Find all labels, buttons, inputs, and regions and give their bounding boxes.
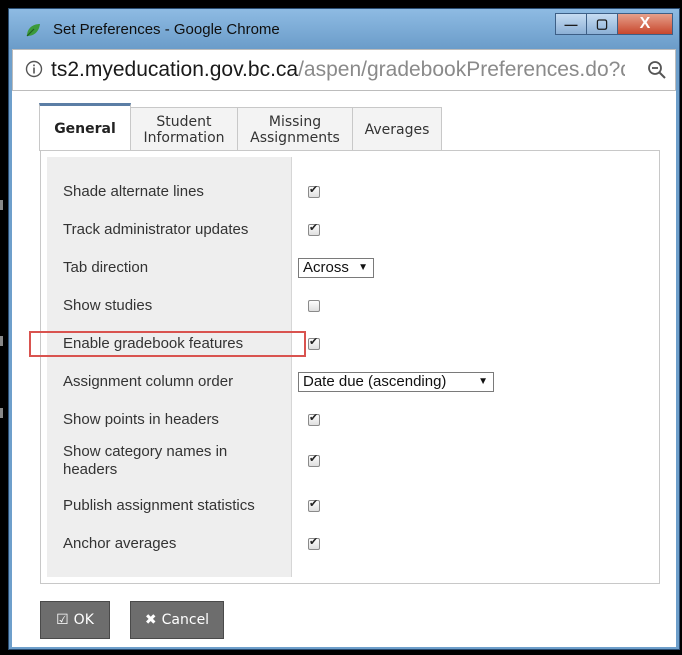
pref-label-show-points: Show points in headers bbox=[63, 411, 219, 428]
show-points-checkbox[interactable] bbox=[308, 411, 320, 426]
assignment-column-order-select[interactable]: Date due (ascending) ▼ bbox=[298, 372, 494, 392]
select-value: Across bbox=[303, 259, 349, 276]
dropdown-arrow-icon: ▼ bbox=[358, 262, 368, 273]
check-square-icon: ☑ bbox=[56, 612, 69, 628]
dropdown-arrow-icon: ▼ bbox=[478, 376, 488, 387]
url-host: ts2.myeducation.gov.bc.ca bbox=[51, 58, 299, 81]
pref-label-assignment-column-order: Assignment column order bbox=[63, 373, 234, 390]
dialog-content: General Student Information Missing Assi… bbox=[12, 91, 676, 647]
tab-general[interactable]: General bbox=[39, 103, 131, 151]
background-edge-mark bbox=[0, 200, 3, 210]
show-category-names-checkbox[interactable] bbox=[308, 452, 320, 467]
tab-label: General bbox=[54, 120, 116, 137]
close-button[interactable]: X bbox=[617, 13, 673, 35]
shade-alternate-lines-checkbox[interactable] bbox=[308, 183, 320, 198]
maximize-icon: ▢ bbox=[595, 16, 609, 31]
ok-button[interactable]: ☑ OK bbox=[40, 601, 110, 639]
pref-label-track-admin-updates: Track administrator updates bbox=[63, 221, 249, 238]
select-value: Date due (ascending) bbox=[303, 373, 447, 390]
pref-label-anchor-averages: Anchor averages bbox=[63, 535, 177, 552]
preference-labels-column: Shade alternate lines Track administrato… bbox=[47, 157, 291, 577]
tab-label: Student Information bbox=[143, 113, 225, 146]
url-text[interactable]: ts2.myeducation.gov.bc.ca/aspen/gradeboo… bbox=[51, 58, 625, 82]
cancel-button[interactable]: ✖ Cancel bbox=[130, 601, 224, 639]
minimize-button[interactable]: — bbox=[555, 13, 587, 35]
url-path: /aspen/gradebookPreferences.do?de bbox=[298, 58, 625, 81]
tab-direction-select[interactable]: Across ▼ bbox=[298, 258, 374, 278]
maximize-button[interactable]: ▢ bbox=[586, 13, 618, 35]
preferences-panel: Shade alternate lines Track administrato… bbox=[40, 150, 660, 584]
window-title: Set Preferences - Google Chrome bbox=[53, 21, 280, 38]
track-admin-updates-checkbox[interactable] bbox=[308, 221, 320, 236]
tab-label: Averages bbox=[364, 121, 430, 138]
tab-bar: General Student Information Missing Assi… bbox=[39, 103, 442, 151]
minimize-icon: — bbox=[564, 16, 578, 32]
app-leaf-icon bbox=[26, 24, 40, 37]
tab-missing-assignments[interactable]: Missing Assignments bbox=[237, 107, 353, 151]
pref-label-tab-direction: Tab direction bbox=[63, 259, 149, 276]
pref-label-show-studies: Show studies bbox=[63, 297, 153, 314]
tab-averages[interactable]: Averages bbox=[352, 107, 442, 151]
close-icon: X bbox=[639, 15, 651, 32]
close-icon: ✖ bbox=[144, 612, 157, 628]
highlight-box bbox=[29, 331, 306, 357]
title-bar[interactable]: Set Preferences - Google Chrome — ▢ X bbox=[9, 9, 679, 49]
anchor-averages-checkbox[interactable] bbox=[308, 535, 320, 550]
preference-controls-column: Across ▼ Date due (ascending) ▼ bbox=[291, 157, 650, 577]
enable-gradebook-checkbox[interactable] bbox=[308, 335, 320, 350]
show-studies-checkbox[interactable] bbox=[308, 300, 320, 312]
background-edge-mark bbox=[0, 408, 3, 418]
pref-label-shade-alternate-lines: Shade alternate lines bbox=[63, 183, 204, 200]
zoom-out-icon[interactable] bbox=[647, 60, 667, 80]
cancel-label: Cancel bbox=[161, 612, 210, 628]
info-icon[interactable] bbox=[25, 60, 43, 78]
background-edge-mark bbox=[0, 336, 3, 346]
tab-label: Missing Assignments bbox=[250, 113, 340, 146]
window-controls: — ▢ X bbox=[555, 13, 673, 37]
chrome-popup-window: Set Preferences - Google Chrome — ▢ X ts… bbox=[8, 8, 680, 650]
publish-stats-checkbox[interactable] bbox=[308, 497, 320, 512]
tab-student-information[interactable]: Student Information bbox=[130, 107, 238, 151]
pref-label-publish-stats: Publish assignment statistics bbox=[63, 497, 255, 514]
ok-label: OK bbox=[73, 612, 94, 628]
address-bar[interactable]: ts2.myeducation.gov.bc.ca/aspen/gradeboo… bbox=[12, 49, 676, 91]
pref-label-show-category-names: Show category names in headers bbox=[63, 443, 228, 478]
